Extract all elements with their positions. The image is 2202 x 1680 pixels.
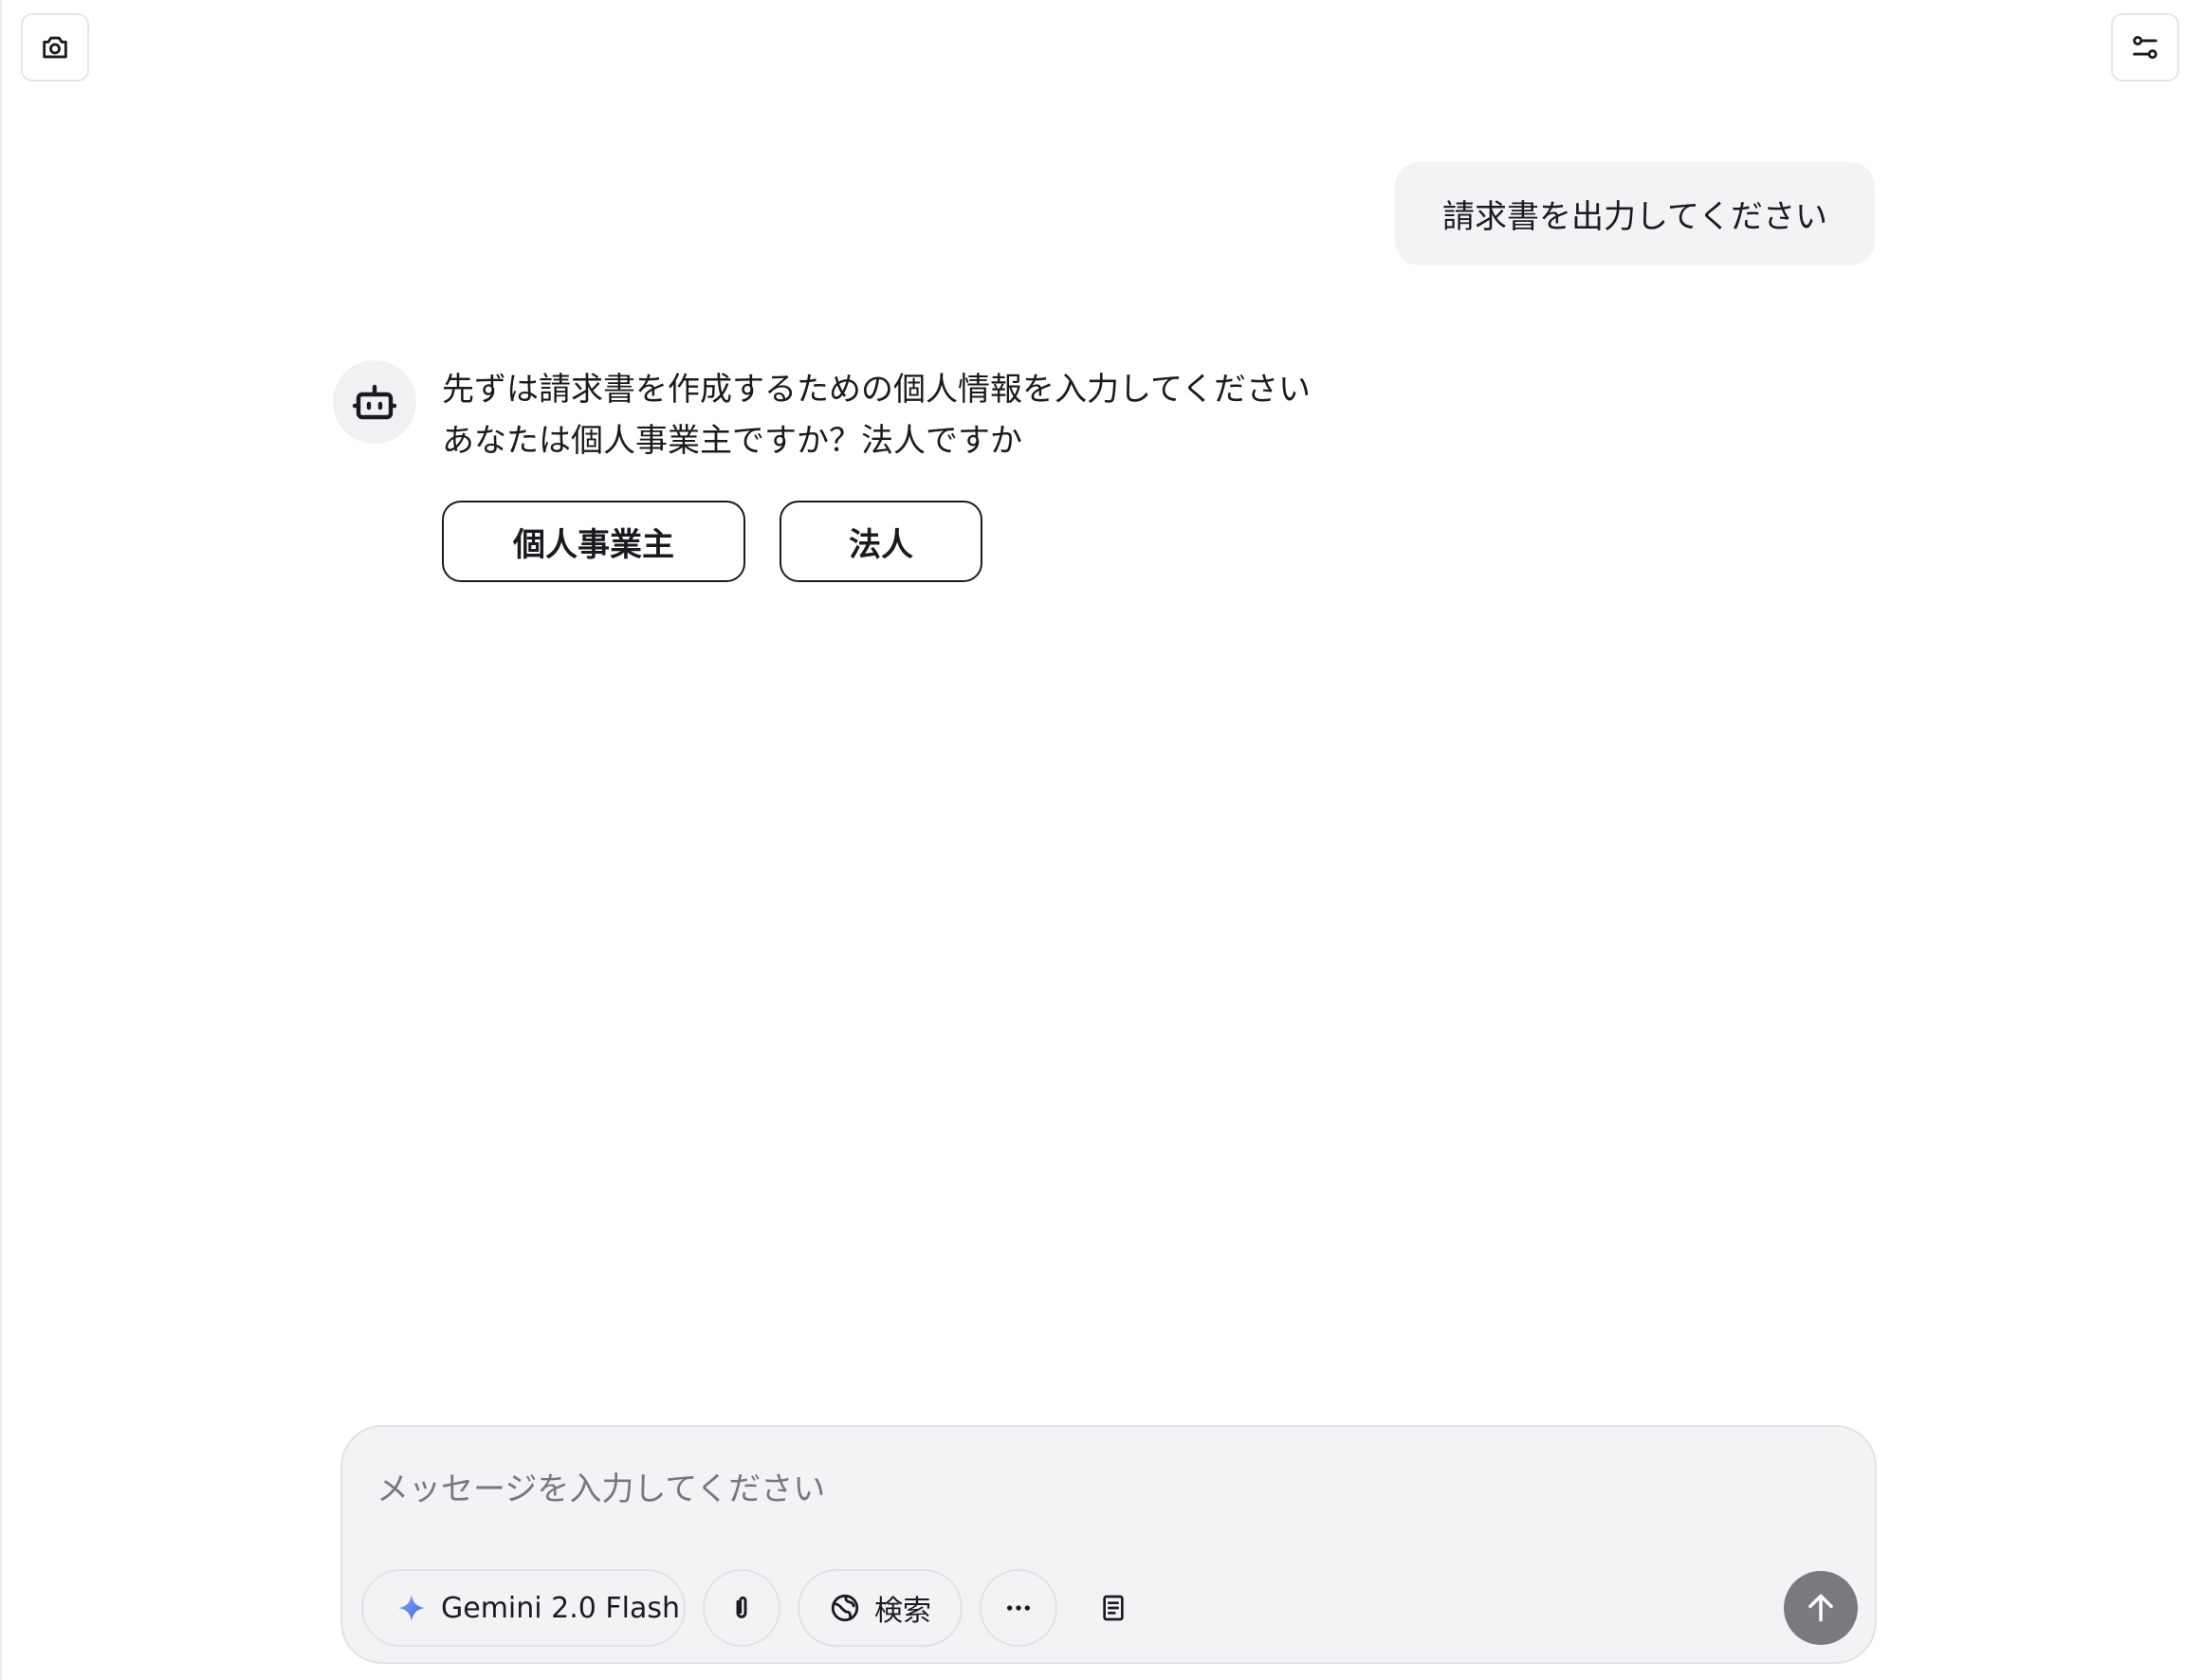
robot-icon xyxy=(352,379,397,425)
choice-sole-proprietor-button[interactable]: 個人事業主 xyxy=(442,501,745,582)
paperclip-icon xyxy=(726,1593,757,1623)
model-label: Gemini 2.0 Flash xyxy=(441,1591,681,1625)
bot-message: 先ずは請求書を作成するための個人情報を入力してください あなたは個人事業主ですか… xyxy=(442,364,1311,466)
send-button[interactable] xyxy=(1784,1571,1858,1645)
document-icon xyxy=(1098,1593,1129,1623)
bot-message-line: 先ずは請求書を作成するための個人情報を入力してください xyxy=(442,371,1311,409)
bot-message-line: あなたは個人事業主ですか？法人ですか xyxy=(442,422,1022,460)
bot-avatar xyxy=(333,360,416,444)
search-label: 検索 xyxy=(874,1595,931,1628)
camera-icon xyxy=(39,31,71,64)
more-options-button[interactable] xyxy=(980,1569,1057,1647)
globe-icon xyxy=(829,1592,861,1624)
choice-label: 個人事業主 xyxy=(513,525,674,564)
sparkle-icon xyxy=(395,1592,428,1624)
chat-app: 請求書を出力してください 先ずは請求書を作成するための個人情報を入力してください… xyxy=(0,0,2202,1680)
user-message-text: 請求書を出力してください xyxy=(1442,198,1827,236)
choice-label: 法人 xyxy=(849,525,913,564)
settings-button[interactable] xyxy=(2111,13,2179,82)
sliders-icon xyxy=(2129,31,2161,64)
model-selector[interactable]: Gemini 2.0 Flash xyxy=(361,1569,686,1647)
message-input[interactable]: メッセージを入力してください xyxy=(376,1463,1799,1509)
attach-button[interactable] xyxy=(703,1569,780,1647)
ellipsis-icon xyxy=(1003,1593,1034,1623)
arrow-up-icon xyxy=(1803,1590,1839,1626)
choice-corporation-button[interactable]: 法人 xyxy=(780,501,982,582)
screenshot-button[interactable] xyxy=(21,13,89,82)
message-composer: メッセージを入力してください Gemini 2.0 Flash 検索 xyxy=(340,1425,1877,1664)
user-message-bubble: 請求書を出力してください xyxy=(1395,162,1875,265)
notes-button[interactable] xyxy=(1074,1569,1152,1647)
search-button[interactable]: 検索 xyxy=(798,1569,963,1647)
